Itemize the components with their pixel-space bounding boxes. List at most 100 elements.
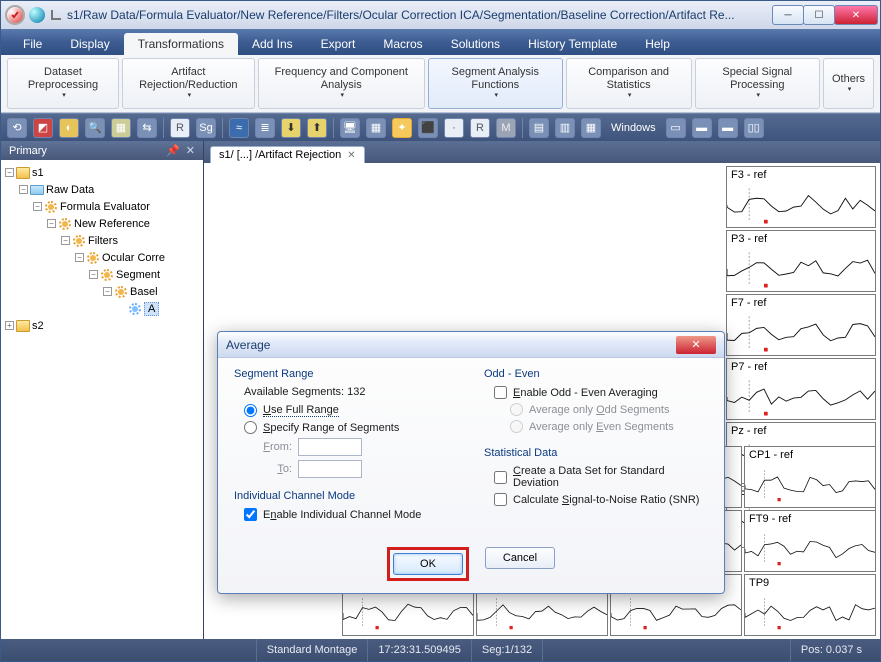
channel-label: F7 - ref: [731, 297, 871, 309]
channel-cell[interactable]: TP9: [744, 574, 876, 636]
radio-specify-input[interactable]: [244, 421, 257, 434]
dropdown-icon[interactable]: [51, 10, 61, 20]
radio-specify[interactable]: Specify Range of Segments: [244, 421, 458, 434]
check-icm[interactable]: Enable Individual Channel Mode: [244, 508, 458, 521]
tree-filters[interactable]: −Filters: [5, 232, 199, 249]
check-snr-input[interactable]: [494, 493, 507, 506]
tb-m-icon[interactable]: M: [496, 118, 516, 138]
maximize-button[interactable]: ☐: [803, 5, 835, 25]
tb-layout-icon[interactable]: ▬: [718, 118, 738, 138]
check-stddev-input[interactable]: [494, 471, 507, 484]
radio-full-range-input[interactable]: [244, 404, 257, 417]
tb-icon[interactable]: ◩: [33, 118, 53, 138]
tb-icon[interactable]: 🖥: [340, 118, 360, 138]
ok-button[interactable]: OK: [393, 553, 463, 575]
menu-file[interactable]: File: [9, 33, 56, 55]
check-stddev[interactable]: Create a Data Set for Standard Deviation: [494, 465, 708, 489]
ribbon-others[interactable]: Others▾: [823, 58, 874, 109]
radio-odd: Average only Odd Segments: [510, 403, 708, 416]
radio-full-label: se Full Range: [271, 404, 339, 416]
doc-tab[interactable]: s1/ [...] /Artifact Rejection ✕: [210, 146, 365, 163]
close-button[interactable]: ✕: [834, 5, 878, 25]
tb-zoom-icon[interactable]: 🔍: [85, 118, 105, 138]
menu-solutions[interactable]: Solutions: [437, 33, 514, 55]
tree-basel[interactable]: −Basel: [5, 283, 199, 300]
tb-layout-icon[interactable]: ▭: [666, 118, 686, 138]
document-tabs: s1/ [...] /Artifact Rejection ✕: [204, 141, 880, 163]
tb-icon[interactable]: ⬇: [281, 118, 301, 138]
dialog-close-button[interactable]: ✕: [676, 336, 716, 354]
channel-cell[interactable]: F3 - ref: [726, 166, 876, 228]
channel-label: P3 - ref: [731, 233, 871, 245]
ribbon-dataset[interactable]: Dataset Preprocessing▾: [7, 58, 119, 109]
ribbon-special[interactable]: Special Signal Processing▾: [695, 58, 820, 109]
tb-icon[interactable]: ≣: [255, 118, 275, 138]
check-icm-label: Enable Individual Channel Mode: [263, 509, 421, 521]
tb-icon[interactable]: ⇆: [137, 118, 157, 138]
ribbon-artifact[interactable]: Artifact Rejection/Reduction▾: [122, 58, 255, 109]
group-segment-range: Segment Range: [234, 368, 458, 380]
menu-addins[interactable]: Add Ins: [238, 33, 307, 55]
app-icon[interactable]: [5, 5, 25, 25]
menu-history[interactable]: History Template: [514, 33, 631, 55]
sidebar: Primary 📌 ✕ −s1 −Raw Data −Formula Evalu…: [1, 141, 203, 639]
tb-layout-icon[interactable]: ▬: [692, 118, 712, 138]
tb-icon[interactable]: ◐: [59, 118, 79, 138]
workspace: Primary 📌 ✕ −s1 −Raw Data −Formula Evalu…: [1, 141, 880, 639]
ribbon-segment[interactable]: Segment Analysis Functions▾: [428, 58, 563, 109]
close-icon[interactable]: ✕: [186, 144, 195, 157]
check-enable-oe-input[interactable]: [494, 386, 507, 399]
menu-help[interactable]: Help: [631, 33, 684, 55]
tree-segment[interactable]: −Segment: [5, 266, 199, 283]
channel-label: FT9 - ref: [749, 513, 871, 525]
menu-macros[interactable]: Macros: [369, 33, 436, 55]
menu-display[interactable]: Display: [56, 33, 123, 55]
tb-icon[interactable]: ⬆: [307, 118, 327, 138]
tree-s2[interactable]: +s2: [5, 317, 199, 334]
tree-s1[interactable]: −s1: [5, 164, 199, 181]
tb-icon[interactable]: ▦: [111, 118, 131, 138]
radio-full-range[interactable]: Use Full Range: [244, 404, 458, 417]
tb-icon[interactable]: ·: [444, 118, 464, 138]
tree-ocular[interactable]: −Ocular Corre: [5, 249, 199, 266]
tb-icon[interactable]: Sg: [196, 118, 216, 138]
check-icm-input[interactable]: [244, 508, 257, 521]
tree-raw[interactable]: −Raw Data: [5, 181, 199, 198]
radio-odd-label: Average only Odd Segments: [529, 404, 669, 416]
ribbon-comparison[interactable]: Comparison and Statistics▾: [566, 58, 692, 109]
tb-icon[interactable]: ≈: [229, 118, 249, 138]
ribbon-frequency[interactable]: Frequency and Component Analysis▾: [258, 58, 425, 109]
check-snr[interactable]: Calculate Signal-to-Noise Ratio (SNR): [494, 493, 708, 506]
tb-icon[interactable]: ▥: [555, 118, 575, 138]
tree-a[interactable]: A: [5, 300, 199, 317]
channel-cell[interactable]: F7 - ref: [726, 294, 876, 356]
tb-icon[interactable]: ▦: [366, 118, 386, 138]
menu-transformations[interactable]: Transformations: [124, 33, 238, 55]
tb-icon[interactable]: ▤: [529, 118, 549, 138]
channel-cell[interactable]: CP1 - ref: [744, 446, 876, 508]
check-enable-oe[interactable]: Enable Odd - Even Averaging: [494, 386, 708, 399]
pin-icon[interactable]: 📌: [166, 144, 180, 157]
tree-formula[interactable]: −Formula Evaluator: [5, 198, 199, 215]
channel-cell[interactable]: FT9 - ref: [744, 510, 876, 572]
tree-view[interactable]: −s1 −Raw Data −Formula Evaluator −New Re…: [1, 160, 203, 639]
cancel-button[interactable]: Cancel: [485, 547, 555, 569]
doc-close-icon[interactable]: ✕: [347, 150, 355, 161]
dialog-titlebar[interactable]: Average ✕: [218, 332, 724, 358]
status-pos: Pos: 0.037 s: [790, 639, 872, 661]
menu-export[interactable]: Export: [307, 33, 370, 55]
statusbar: Standard Montage 17:23:31.509495 Seg:1/1…: [1, 639, 880, 661]
radio-specify-label: Specify Range of Segments: [263, 422, 399, 434]
tb-r-icon[interactable]: R: [470, 118, 490, 138]
tree-newref[interactable]: −New Reference: [5, 215, 199, 232]
channel-cell[interactable]: P7 - ref: [726, 358, 876, 420]
to-input: [298, 460, 362, 478]
minimize-button[interactable]: ─: [772, 5, 804, 25]
tb-layout-icon[interactable]: ▯▯: [744, 118, 764, 138]
tb-icon[interactable]: ▦: [581, 118, 601, 138]
tb-icon[interactable]: ⟲: [7, 118, 27, 138]
channel-cell[interactable]: P3 - ref: [726, 230, 876, 292]
tb-icon[interactable]: ✦: [392, 118, 412, 138]
tb-r-icon[interactable]: R: [170, 118, 190, 138]
tb-icon[interactable]: ⬛: [418, 118, 438, 138]
